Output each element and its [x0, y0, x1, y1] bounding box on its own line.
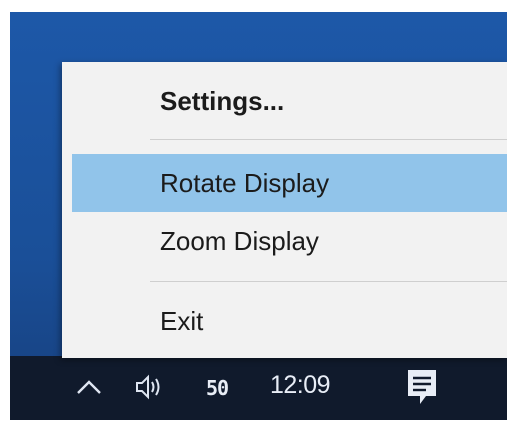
notification-icon[interactable]	[402, 366, 442, 410]
menu-separator	[150, 139, 507, 140]
taskbar-clock[interactable]: 12:09	[270, 371, 331, 400]
menu-item-settings[interactable]: Settings...	[72, 72, 507, 130]
menu-item-zoom-display[interactable]: Zoom Display	[72, 212, 507, 270]
menu-item-exit[interactable]: Exit	[72, 292, 507, 350]
volume-icon[interactable]	[134, 372, 168, 402]
ime-indicator[interactable]: 50	[206, 376, 229, 400]
context-menu: Settings... Rotate Display Zoom Display …	[62, 62, 507, 358]
screenshot-frame: 50 12:09 Settings... Rotate Display Zoom…	[0, 0, 507, 421]
chevron-up-icon[interactable]	[74, 372, 104, 402]
menu-item-rotate-display[interactable]: Rotate Display	[72, 154, 507, 212]
menu-separator	[150, 281, 507, 282]
